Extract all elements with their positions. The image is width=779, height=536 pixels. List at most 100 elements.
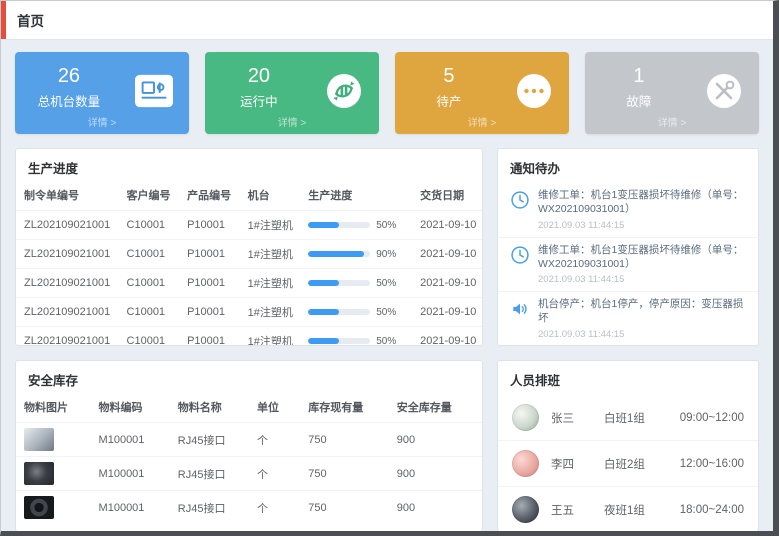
panel-title: 安全库存	[16, 361, 482, 395]
staff-shift: 白班2组	[604, 456, 680, 472]
staff-row: 李四 白班2组 12:00~16:00	[498, 441, 758, 487]
stat-card-waiting[interactable]: 5 待产 详情 >	[395, 52, 569, 134]
detail-link[interactable]: 详情 >	[395, 114, 569, 129]
material-image	[24, 428, 54, 451]
progress-fill	[308, 309, 339, 315]
customer-no: C10001	[119, 240, 180, 269]
delivery-date: 2021-09-10	[412, 240, 482, 269]
stat-card-total-machines[interactable]: 26 总机台数量 详情 >	[15, 52, 189, 134]
column-header: 物料名称	[170, 395, 249, 423]
progress-percent: 50%	[376, 220, 396, 231]
table-row: ZL202109021001 C10001 P10001 1#注塑机 50% 2…	[16, 211, 482, 240]
column-header: 制令单编号	[16, 183, 119, 211]
staff-row: 张三 白班1组 09:00~12:00	[498, 395, 758, 441]
stock-qty: 750	[300, 457, 389, 491]
material-image-cell	[16, 491, 91, 525]
product-no: P10001	[179, 269, 240, 298]
machine: 1#注塑机	[240, 298, 301, 327]
progress-cell: 50%	[300, 269, 412, 298]
notification-text: 维修工单：机台1变压器损坏待维修（单号：WX202109031001）	[538, 244, 746, 272]
left-column: 生产进度 制令单编号 客户编号 产品编号 机台 生产进度 交货日期	[15, 148, 483, 532]
stat-card-main: 26 总机台数量	[15, 65, 123, 110]
stat-cards: 26 总机台数量 详情 > 20 运行中 详情 >	[15, 52, 759, 134]
main-grid: 生产进度 制令单编号 客户编号 产品编号 机台 生产进度 交货日期	[15, 148, 759, 532]
notification-text: 机台停产：机台1停产，停产原因：变压器损坏	[538, 298, 746, 326]
delivery-date: 2021-09-10	[412, 298, 482, 327]
machine: 1#注塑机	[240, 211, 301, 240]
progress-cell: 50%	[300, 298, 412, 327]
progress-bar	[308, 338, 370, 344]
avatar	[512, 496, 539, 523]
stat-value: 1	[585, 65, 693, 87]
staff-shift: 白班1组	[604, 410, 680, 426]
table-row: M100001 RJ45接口 个 750 900	[16, 423, 482, 457]
material-code: M100001	[91, 457, 170, 491]
staff-schedule-panel: 人员排班 张三 白班1组 09:00~12:00 李四 白班2组 12:00~1…	[497, 360, 759, 532]
production-progress-panel: 生产进度 制令单编号 客户编号 产品编号 机台 生产进度 交货日期	[15, 148, 483, 346]
progress-cell: 50%	[300, 211, 412, 240]
accent-bar	[1, 1, 6, 39]
order-no: ZL202109021001	[16, 298, 119, 327]
delivery-date: 2021-09-10	[412, 269, 482, 298]
customer-no: C10001	[119, 269, 180, 298]
material-code: M100001	[91, 491, 170, 525]
production-table: 制令单编号 客户编号 产品编号 机台 生产进度 交货日期 ZL202109021…	[16, 183, 482, 346]
panel-title: 生产进度	[16, 149, 482, 183]
stat-label: 故障	[585, 91, 693, 110]
progress-percent: 50%	[376, 336, 396, 347]
stat-value: 26	[15, 65, 123, 87]
progress-fill	[308, 251, 364, 257]
column-header: 生产进度	[300, 183, 412, 211]
stat-card-fault[interactable]: 1 故障 详情 >	[585, 52, 759, 134]
detail-link[interactable]: 详情 >	[585, 114, 759, 129]
progress-percent: 50%	[376, 278, 396, 289]
notification-item[interactable]: 维修工单：机台1变压器损坏待维修（单号：WX202109031001） 2021…	[498, 238, 758, 293]
stock-qty: 750	[300, 423, 389, 457]
table-row: ZL202109021001 C10001 P10001 1#注塑机 50% 2…	[16, 327, 482, 347]
material-image-cell	[16, 457, 91, 491]
column-header: 物料编码	[91, 395, 170, 423]
stock-qty: 750	[300, 491, 389, 525]
speaker-icon	[510, 299, 530, 319]
avatar	[512, 404, 539, 431]
table-header-row: 物料图片 物料编码 物料名称 单位 库存现有量 安全库存量	[16, 395, 482, 423]
clock-icon	[510, 245, 530, 265]
progress-cell: 90%	[300, 240, 412, 269]
stat-card-running[interactable]: 20 运行中 详情 >	[205, 52, 379, 134]
material-name: RJ45接口	[170, 457, 249, 491]
unit: 个	[249, 491, 300, 525]
progress-bar	[308, 309, 370, 315]
notification-time: 2021.09.03 11:44:15	[538, 274, 746, 285]
machine: 1#注塑机	[240, 240, 301, 269]
clock-icon	[510, 190, 530, 210]
material-code: M100001	[91, 423, 170, 457]
product-no: P10001	[179, 327, 240, 347]
unit: 个	[249, 423, 300, 457]
tools-icon	[705, 73, 743, 109]
detail-link[interactable]: 详情 >	[15, 114, 189, 129]
progress-bar	[308, 222, 370, 228]
column-header: 库存现有量	[300, 395, 389, 423]
material-image	[24, 496, 54, 519]
table-row: M100001 RJ45接口 个 750 900	[16, 491, 482, 525]
notification-item[interactable]: 维修工单：机台1变压器损坏待维修（单号：WX202109031001） 2021…	[498, 183, 758, 238]
notification-item[interactable]: 机台停产：机台1停产，停产原因：变压器损坏 2021.09.03 11:44:1…	[498, 292, 758, 346]
page-title: 首页	[17, 10, 44, 30]
staff-time: 18:00~24:00	[680, 504, 744, 516]
product-no: P10001	[179, 211, 240, 240]
material-name: RJ45接口	[170, 491, 249, 525]
progress-percent: 90%	[376, 249, 396, 260]
staff-name: 张三	[551, 410, 604, 426]
unit: 个	[249, 457, 300, 491]
table-row: ZL202109021001 C10001 P10001 1#注塑机 90% 2…	[16, 240, 482, 269]
detail-link[interactable]: 详情 >	[205, 114, 379, 129]
table-row: ZL202109021001 C10001 P10001 1#注塑机 50% 2…	[16, 269, 482, 298]
order-no: ZL202109021001	[16, 240, 119, 269]
progress-percent: 50%	[376, 307, 396, 318]
product-no: P10001	[179, 240, 240, 269]
stat-value: 5	[395, 65, 503, 87]
material-name: RJ45接口	[170, 423, 249, 457]
notification-text: 维修工单：机台1变压器损坏待维修（单号：WX202109031001）	[538, 189, 746, 217]
stat-label: 运行中	[205, 91, 313, 110]
delivery-date: 2021-09-10	[412, 211, 482, 240]
